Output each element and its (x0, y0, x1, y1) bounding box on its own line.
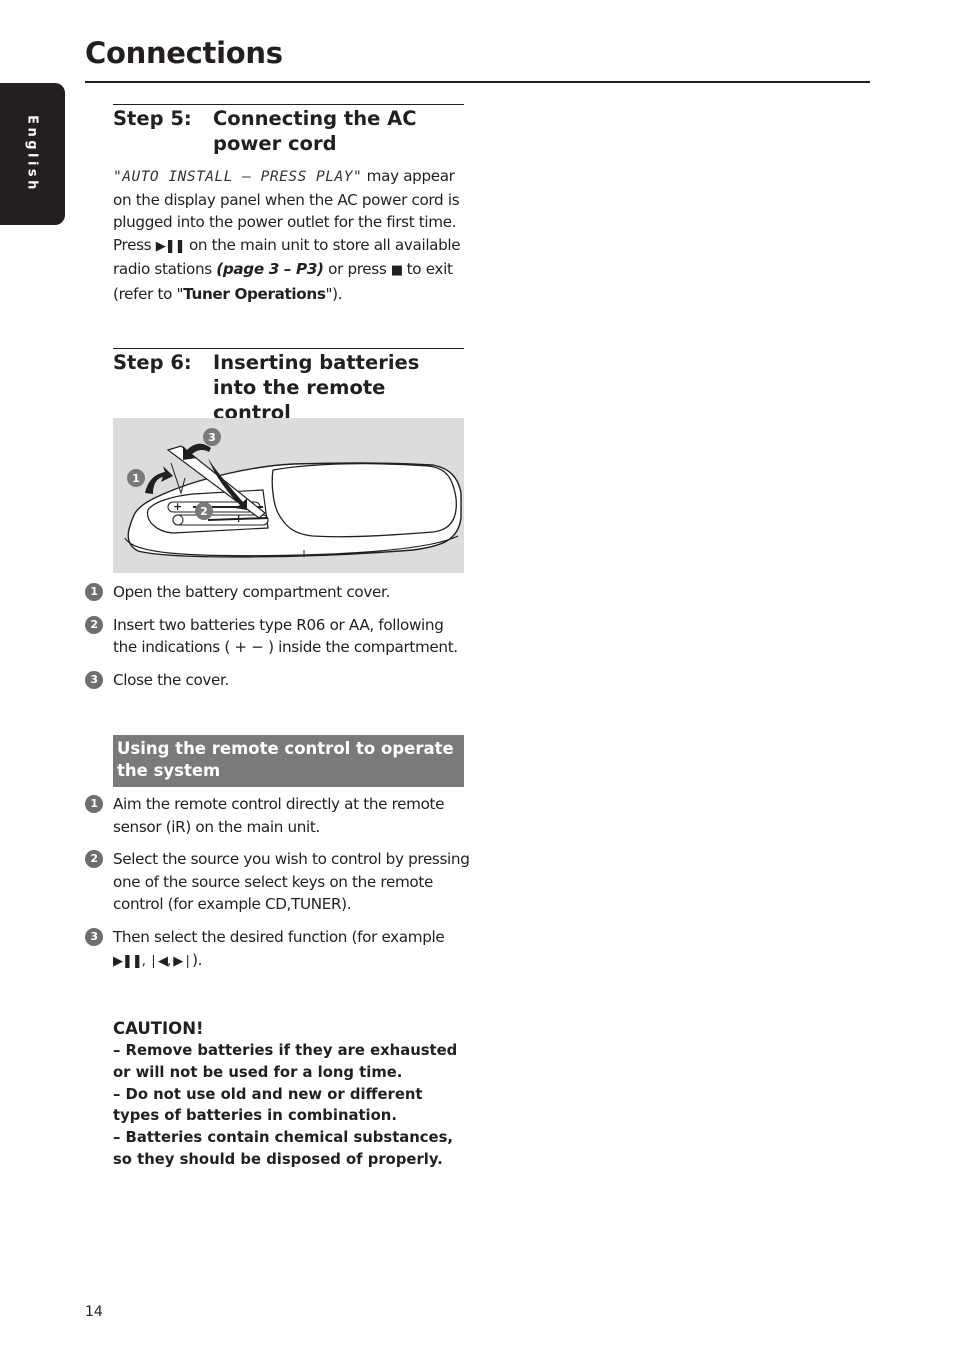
list-item: 2 Insert two batteries type R06 or AA, f… (85, 614, 470, 659)
step-badge: 1 (85, 583, 103, 601)
battery-insertion-illustration: + + 1 2 3 (113, 418, 464, 573)
step5-body: "AUTO INSTALL – PRESS PLAY" may appear o… (113, 167, 461, 303)
remote-usage-heading: Using the remote control to operate the … (113, 735, 464, 787)
caution-block: CAUTION! – Remove batteries if they are … (113, 1017, 473, 1171)
caution-item: – Remove batteries if they are exhausted… (113, 1042, 458, 1081)
stop-icon: ■ (390, 263, 403, 279)
svg-text:2: 2 (200, 505, 208, 518)
step-badge: 3 (85, 927, 103, 946)
step-badge: 2 (85, 850, 103, 869)
callout-1: 1 (127, 469, 145, 487)
list-item: 2 Select the source you wish to control … (85, 848, 470, 916)
step-badge: 3 (85, 670, 103, 689)
caution-heading: CAUTION! (113, 1019, 204, 1038)
svg-text:+: + (173, 500, 182, 513)
list-item: 3 Then select the desired function (for … (85, 926, 470, 973)
display-message: "AUTO INSTALL – PRESS PLAY" (113, 169, 363, 185)
step-badge: 1 (85, 795, 103, 813)
tuner-operations-reference: Tuner Operations (183, 284, 326, 303)
title-rule (85, 81, 870, 83)
step6-heading: Step 6: Inserting batteries into the rem… (113, 348, 464, 425)
language-tab-label: English (24, 115, 40, 193)
remote-control-illustration: + + 1 2 3 (124, 428, 462, 558)
page-number: 14 (85, 1304, 103, 1320)
step6-title: Inserting batteries into the remote cont… (213, 351, 420, 424)
svg-text:1: 1 (132, 472, 140, 485)
step5-heading: Step 5: Connecting the AC power cord (113, 104, 464, 156)
step5-section: Step 5: Connecting the AC power cord "AU… (113, 104, 464, 306)
page-title: Connections (85, 36, 283, 70)
svg-text:3: 3 (208, 431, 216, 444)
step5-title: Connecting the AC power cord (213, 107, 417, 155)
callout-2: 2 (195, 502, 213, 520)
list-item: 1 Aim the remote control directly at the… (85, 793, 470, 838)
svg-text:+: + (234, 512, 243, 525)
list-item: 1 Open the battery compartment cover. (85, 581, 470, 604)
caution-item: – Do not use old and new or different ty… (113, 1085, 423, 1125)
step-badge: 2 (85, 615, 103, 634)
play-pause-icon: ▶❚❚ (155, 238, 186, 254)
playback-function-icons: ▶❚❚, ❘◀, ▶❘ (113, 953, 193, 969)
step6-section: Step 6: Inserting batteries into the rem… (113, 348, 464, 425)
callout-3: 3 (203, 428, 221, 446)
language-tab: English (0, 83, 65, 225)
page-reference: (page 3 – P3) (216, 260, 324, 279)
step5-number: Step 5: (113, 107, 192, 130)
caution-item: – Batteries contain chemical substances,… (113, 1129, 454, 1168)
list-item: 3 Close the cover. (85, 669, 470, 692)
battery-steps-list: 1 Open the battery compartment cover. 2 … (85, 581, 470, 701)
step6-number: Step 6: (113, 351, 192, 374)
remote-usage-steps-list: 1 Aim the remote control directly at the… (85, 793, 470, 983)
